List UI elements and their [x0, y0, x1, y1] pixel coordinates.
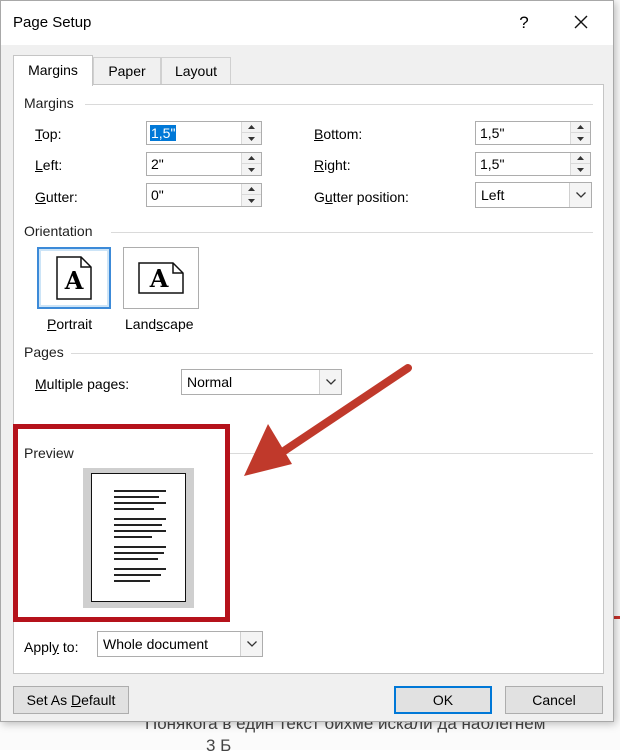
annotation-arrow-icon: [244, 364, 412, 476]
tab-margins[interactable]: Margins: [13, 55, 93, 86]
